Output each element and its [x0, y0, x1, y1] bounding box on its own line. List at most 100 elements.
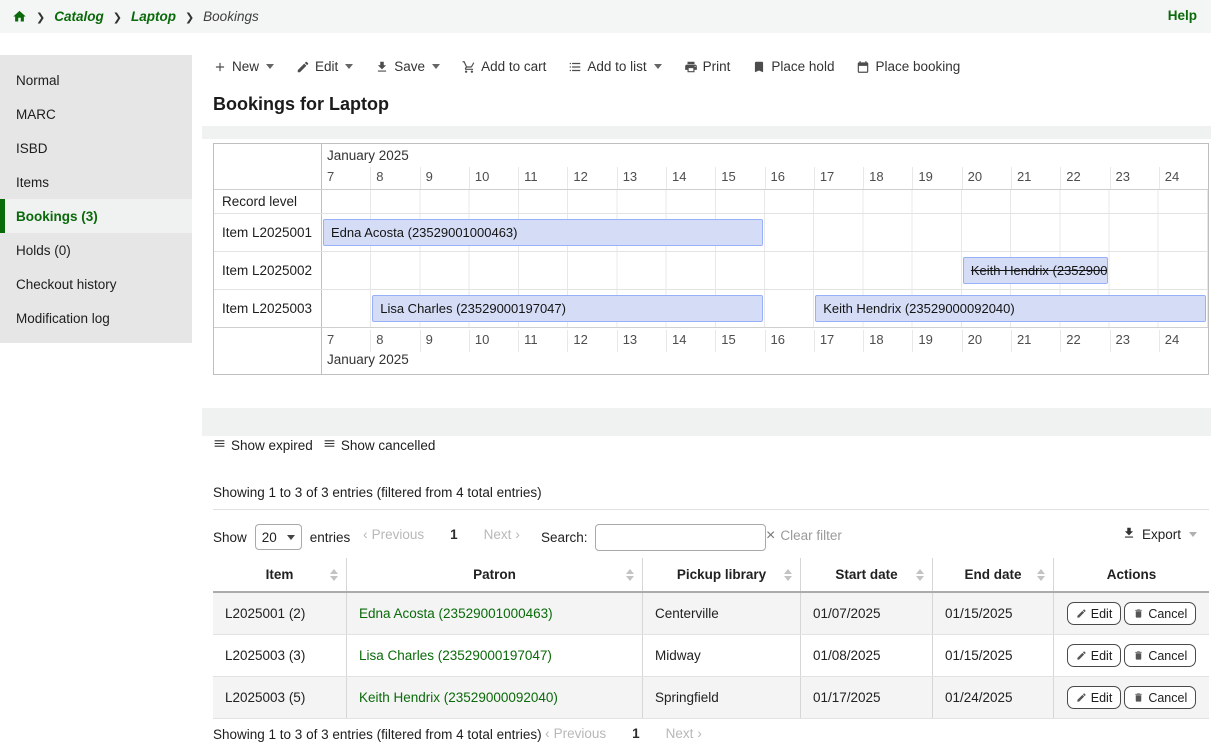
chevron-left-icon: ‹: [545, 725, 554, 741]
patron-link[interactable]: Lisa Charles (23529000197047): [359, 648, 552, 663]
edit-button[interactable]: Edit: [296, 59, 353, 74]
timeline-day-label: 19: [912, 330, 961, 352]
save-button[interactable]: Save: [375, 59, 440, 74]
timeline-day-label: 21: [1011, 330, 1060, 352]
sidebar-item-modification-log[interactable]: Modification log: [0, 301, 192, 335]
chevron-down-icon: [266, 64, 274, 69]
export-icon: [1122, 526, 1136, 543]
download-icon: [375, 60, 389, 74]
edit-booking-button[interactable]: Edit: [1067, 686, 1122, 709]
help-link[interactable]: Help: [1168, 8, 1197, 23]
timeline-row-label: Item L2025002: [214, 252, 322, 289]
chevron-down-icon: [345, 64, 353, 69]
sidebar-item-normal[interactable]: Normal: [0, 63, 192, 97]
show-cancelled-button[interactable]: Show cancelled: [323, 437, 436, 453]
new-button[interactable]: New: [213, 59, 274, 74]
column-header-end-date[interactable]: End date: [932, 558, 1053, 591]
plus-icon: [213, 60, 227, 74]
sidebar-item-bookings-3[interactable]: Bookings (3): [0, 199, 192, 233]
column-header-start-date[interactable]: Start date: [800, 558, 932, 591]
bars-icon: [213, 437, 226, 450]
end-date-cell: 01/24/2025: [932, 677, 1053, 718]
trash-icon: [1133, 650, 1144, 661]
home-icon[interactable]: [12, 9, 27, 24]
show-expired-button[interactable]: Show expired: [213, 437, 313, 453]
timeline-day-label: 14: [666, 167, 715, 189]
edit-booking-button[interactable]: Edit: [1067, 602, 1122, 625]
page-title: Bookings for Laptop: [213, 94, 389, 115]
edit-booking-button[interactable]: Edit: [1067, 644, 1122, 667]
timeline-day-label: 17: [814, 167, 863, 189]
table-summary-bottom: Showing 1 to 3 of 3 entries (filtered fr…: [213, 727, 542, 742]
next-button[interactable]: Next ›: [666, 725, 702, 741]
sort-icon: [626, 569, 634, 581]
clear-filter-button[interactable]: × Clear filter: [766, 528, 842, 543]
actions-cell: EditCancel: [1053, 593, 1209, 634]
chevron-right-icon: ›: [693, 725, 702, 741]
place-booking-button[interactable]: Place booking: [856, 59, 960, 74]
next-button[interactable]: Next ›: [484, 526, 520, 542]
timeline-day-label: 13: [617, 330, 666, 352]
booking-bar-cancelled[interactable]: Keith Hendrix (23529000092040): [963, 257, 1108, 284]
print-button[interactable]: Print: [684, 59, 731, 74]
chevron-right-icon: ❯: [185, 12, 194, 24]
table-summary-top: Showing 1 to 3 of 3 entries (filtered fr…: [213, 485, 542, 500]
previous-button[interactable]: ‹ Previous: [363, 526, 424, 542]
table-controls: Show 20 entries ‹ Previous 1 Next › Sear…: [0, 520, 1211, 550]
timeline-day-label: 22: [1060, 167, 1109, 189]
cancel-booking-button[interactable]: Cancel: [1124, 644, 1196, 667]
sidebar-item-checkout-history[interactable]: Checkout history: [0, 267, 192, 301]
timeline-axis-top: January 2025 789101112131415161718192021…: [214, 144, 1208, 190]
chevron-down-icon: [287, 535, 295, 540]
sidebar-item-items[interactable]: Items: [0, 165, 192, 199]
printer-icon: [684, 60, 698, 74]
breadcrumb-item-catalog[interactable]: Catalog: [54, 9, 104, 24]
patron-link[interactable]: Edna Acosta (23529001000463): [359, 606, 553, 621]
timeline-row: Record level: [214, 190, 1208, 214]
column-header-pickup-library[interactable]: Pickup library: [642, 558, 800, 591]
patron-link[interactable]: Keith Hendrix (23529000092040): [359, 690, 558, 705]
column-header-item[interactable]: Item: [213, 558, 346, 591]
previous-button[interactable]: ‹ Previous: [545, 725, 606, 741]
show-label: Show: [213, 530, 247, 545]
cancel-booking-button[interactable]: Cancel: [1124, 602, 1196, 625]
timeline-row-label: Item L2025001: [214, 214, 322, 251]
column-header-patron[interactable]: Patron: [346, 558, 642, 591]
sidebar-item-marc[interactable]: MARC: [0, 97, 192, 131]
bars-icon: [213, 437, 226, 453]
breadcrumb-item-laptop[interactable]: Laptop: [131, 9, 176, 24]
home-icon: [12, 9, 27, 24]
chevron-right-icon: ❯: [113, 12, 122, 24]
sidebar-item-holds-0[interactable]: Holds (0): [0, 233, 192, 267]
search-input[interactable]: [595, 524, 766, 551]
booking-bar[interactable]: Keith Hendrix (23529000092040): [815, 295, 1206, 322]
cancel-booking-button[interactable]: Cancel: [1124, 686, 1196, 709]
sidebar-item-isbd[interactable]: ISBD: [0, 131, 192, 165]
entries-select[interactable]: 20: [255, 524, 302, 550]
timeline-month-label: January 2025: [327, 352, 409, 367]
add-to-list-button[interactable]: Add to list: [568, 59, 661, 74]
timeline-row: Item L2025003Lisa Charles (2352900019704…: [214, 290, 1208, 328]
booking-bar[interactable]: Lisa Charles (23529000197047): [372, 295, 763, 322]
timeline-day-label: 12: [567, 167, 616, 189]
close-icon: ×: [766, 529, 775, 542]
table-header-row: ItemPatronPickup libraryStart dateEnd da…: [213, 558, 1209, 593]
calendar-icon: [856, 60, 870, 74]
page-number[interactable]: 1: [450, 527, 458, 542]
start-date-cell: 01/07/2025: [800, 593, 932, 634]
add-to-cart-button[interactable]: Add to cart: [462, 59, 546, 74]
booking-bar[interactable]: Edna Acosta (23529001000463): [323, 219, 763, 246]
sidebar: NormalMARCISBDItemsBookings (3)Holds (0)…: [0, 55, 192, 343]
timeline-day-label: 24: [1159, 330, 1208, 352]
timeline-day-label: 22: [1060, 330, 1109, 352]
timeline-day-label: 14: [666, 330, 715, 352]
sort-icon: [784, 569, 792, 581]
pencil-icon: [1076, 650, 1087, 661]
cart-icon: [462, 60, 476, 74]
pencil-icon: [1076, 608, 1087, 619]
timeline-day-label: 10: [469, 330, 518, 352]
timeline-day-label: 24: [1159, 167, 1208, 189]
place-hold-button[interactable]: Place hold: [752, 59, 834, 74]
page-number[interactable]: 1: [632, 726, 640, 741]
export-button[interactable]: Export: [1122, 526, 1197, 543]
